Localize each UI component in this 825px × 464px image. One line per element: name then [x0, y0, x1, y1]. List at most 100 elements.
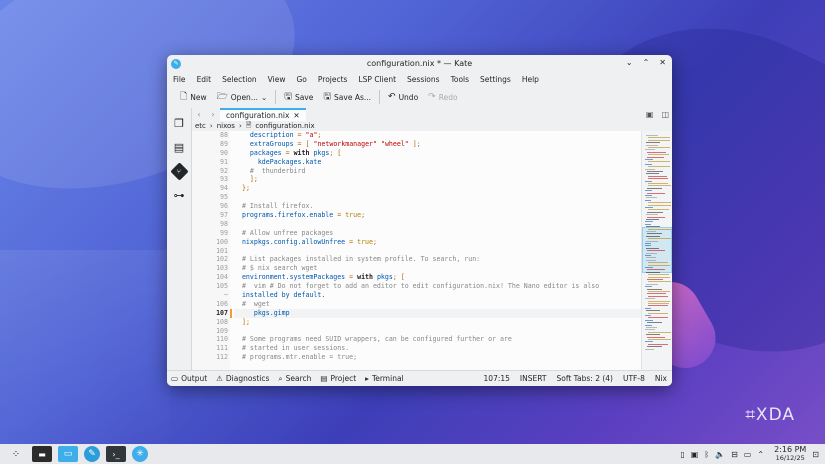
battery-icon[interactable]: ▭: [744, 450, 752, 459]
network-icon[interactable]: ⊟: [731, 450, 738, 459]
menu-projects[interactable]: Projects: [318, 75, 348, 84]
code-line[interactable]: nixpkgs.config.allowUnfree = true;: [234, 238, 641, 247]
terminal-panel-button[interactable]: ▸ Terminal: [365, 374, 403, 384]
line-number[interactable]: 91: [192, 158, 228, 167]
line-number[interactable]: 106: [192, 300, 228, 309]
code-line[interactable]: # Some programs need SUID wrappers, can …: [234, 335, 641, 344]
code-line[interactable]: ​: [234, 327, 641, 336]
code-line[interactable]: extraGroups = [ "networkmanager" "wheel"…: [234, 140, 641, 149]
code-line[interactable]: kdePackages.kate: [234, 158, 641, 167]
line-number-gutter[interactable]: 88 89 90 91 92 93 94 95 96 97 98 99 100 101 102 103 104 1…: [192, 131, 230, 371]
editor-view[interactable]: 88 89 90 91 92 93 94 95 96 97 98 99 100 101 102 103 104 1…: [192, 131, 672, 371]
line-number[interactable]: 101: [192, 247, 228, 256]
encoding[interactable]: UTF-8: [623, 374, 645, 383]
code-line[interactable]: # programs.mtr.enable = true;: [234, 353, 641, 362]
code-line[interactable]: programs.firefox.enable = true;: [234, 211, 641, 220]
code-line[interactable]: packages = with pkgs; [: [234, 149, 641, 158]
line-number[interactable]: 112: [192, 353, 228, 362]
symbols-tree-icon[interactable]: ⊶: [171, 188, 187, 202]
code-line[interactable]: };: [234, 184, 641, 193]
indentation-setting[interactable]: Soft Tabs: 2 (4): [557, 374, 613, 383]
output-panel-button[interactable]: ▭ Output: [171, 374, 207, 384]
input-mode[interactable]: INSERT: [520, 374, 547, 383]
line-number[interactable]: 102: [192, 255, 228, 264]
menu-sessions[interactable]: Sessions: [407, 75, 440, 84]
volume-icon[interactable]: 🔈: [715, 450, 725, 459]
line-number[interactable]: 92: [192, 167, 228, 176]
line-number[interactable]: 111: [192, 344, 228, 353]
bluetooth-icon[interactable]: ᛒ: [704, 450, 709, 459]
code-line[interactable]: environment.systemPackages = with pkgs; …: [234, 273, 641, 282]
line-number[interactable]: 97: [192, 211, 228, 220]
menu-lsp-client[interactable]: LSP Client: [358, 75, 396, 84]
tab-next-icon[interactable]: ›: [206, 110, 220, 119]
code-line[interactable]: description = "a";: [234, 131, 641, 140]
line-number[interactable]: 103: [192, 264, 228, 273]
code-line[interactable]: installed by default.: [234, 291, 641, 300]
menu-tools[interactable]: Tools: [451, 75, 469, 84]
menu-settings[interactable]: Settings: [480, 75, 511, 84]
syntax-mode[interactable]: Nix: [655, 374, 667, 383]
menu-file[interactable]: File: [173, 75, 186, 84]
tab-configuration-nix[interactable]: configuration.nix ✕: [220, 108, 306, 121]
kate-taskbar-icon[interactable]: ✳: [132, 446, 148, 462]
new-button[interactable]: 🗋 New: [175, 88, 212, 106]
code-line[interactable]: ​: [234, 193, 641, 202]
code-line[interactable]: # $ nix search wget: [234, 264, 641, 273]
line-number[interactable]: 89: [192, 140, 228, 149]
code-line[interactable]: # List packages installed in system prof…: [234, 255, 641, 264]
expand-tray-icon[interactable]: ⌃: [757, 450, 764, 459]
code-line[interactable]: ​: [234, 220, 641, 229]
breadcrumb-nixos[interactable]: nixos: [217, 122, 235, 130]
storage-icon[interactable]: ▣: [691, 450, 699, 459]
project-panel-button[interactable]: ▤ Project: [320, 374, 356, 384]
minimize-icon[interactable]: ⌄: [626, 58, 633, 67]
code-line[interactable]: ];: [234, 175, 641, 184]
documents-icon[interactable]: ❐: [171, 116, 187, 130]
line-number[interactable]: 88: [192, 131, 228, 140]
line-number[interactable]: 90: [192, 149, 228, 158]
line-number[interactable]: 107: [192, 309, 228, 318]
code-line[interactable]: # Install firefox.: [234, 202, 641, 211]
code-line[interactable]: # started in user sessions.: [234, 344, 641, 353]
clock[interactable]: 2:16 PM 16/12/25: [774, 446, 806, 463]
code-line[interactable]: # thunderbird: [234, 167, 641, 176]
code-line[interactable]: # vim # Do not forget to add an editor t…: [234, 282, 641, 291]
code-line[interactable]: pkgs.gimp: [234, 308, 641, 318]
menu-edit[interactable]: Edit: [197, 75, 212, 84]
file-manager-icon[interactable]: ▭: [58, 446, 78, 462]
close-icon[interactable]: ✕: [659, 58, 666, 67]
chevron-down-icon[interactable]: ⌄: [261, 93, 267, 102]
code-line[interactable]: # Allow unfree packages: [234, 229, 641, 238]
open-button[interactable]: 🗁 Open... ⌄: [212, 88, 273, 106]
line-number[interactable]: 95: [192, 193, 228, 202]
line-number[interactable]: 99: [192, 229, 228, 238]
title-bar[interactable]: ✎ configuration.nix * — Kate ⌄ ⌃ ✕: [167, 55, 672, 72]
terminal-app-icon[interactable]: ›_: [106, 446, 126, 462]
clipboard-icon[interactable]: ▯: [680, 450, 684, 459]
breadcrumb-etc[interactable]: etc: [195, 122, 206, 130]
minimap[interactable]: [641, 131, 672, 371]
line-number[interactable]: 93: [192, 175, 228, 184]
menu-help[interactable]: Help: [522, 75, 539, 84]
line-number[interactable]: 109: [192, 327, 228, 336]
save-button[interactable]: 🖫 Save: [279, 88, 318, 106]
breadcrumb-file[interactable]: configuration.nix: [255, 122, 314, 130]
search-panel-button[interactable]: ⌕ Search: [278, 374, 311, 384]
line-number[interactable]: 98: [192, 220, 228, 229]
line-number[interactable]: 110: [192, 335, 228, 344]
save-as-button[interactable]: 🖫 Save As...: [318, 88, 376, 106]
discover-icon[interactable]: ✎: [84, 446, 100, 462]
line-number[interactable]: 94: [192, 184, 228, 193]
line-number[interactable]: 100: [192, 238, 228, 247]
code-line[interactable]: ​: [234, 247, 641, 256]
line-number[interactable]: ~: [192, 291, 228, 300]
tab-prev-icon[interactable]: ‹: [192, 110, 206, 119]
code-line[interactable]: # wget: [234, 300, 641, 309]
line-number[interactable]: 108: [192, 318, 228, 327]
maximize-icon[interactable]: ⌃: [643, 58, 650, 67]
menu-view[interactable]: View: [268, 75, 286, 84]
menu-selection[interactable]: Selection: [222, 75, 257, 84]
code-line[interactable]: ];: [234, 318, 641, 327]
git-button[interactable]: ⑂: [169, 161, 189, 181]
